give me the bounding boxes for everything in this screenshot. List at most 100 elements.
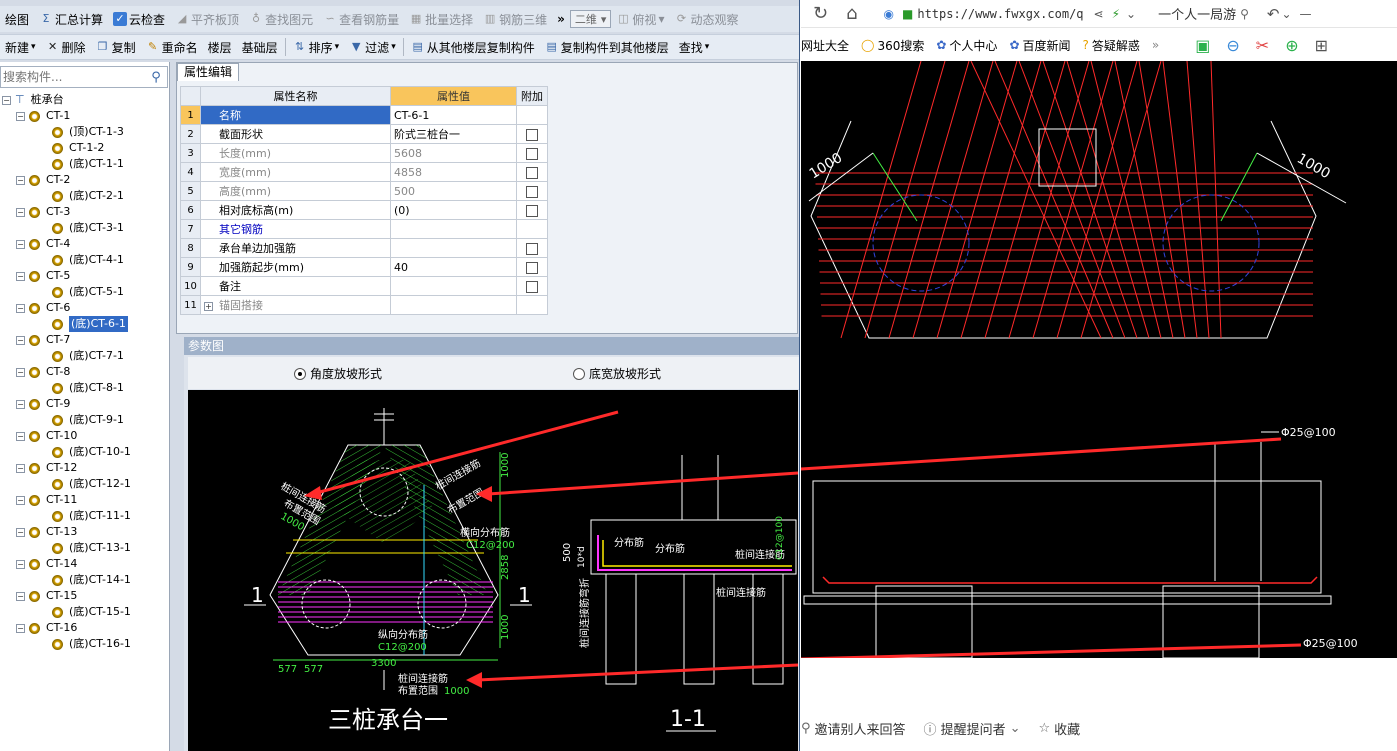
- undo-icon[interactable]: ↶: [1267, 5, 1280, 23]
- toolbar-cloud-check[interactable]: ✓ 云检查: [108, 8, 170, 30]
- tree-item[interactable]: (底)CT-11-1: [0, 508, 168, 524]
- tree-group[interactable]: − CT-10: [0, 428, 168, 444]
- bookmark-item[interactable]: ? 答疑解惑: [1077, 37, 1146, 54]
- tree-root[interactable]: − ⊤ 桩承台: [0, 92, 168, 108]
- extra-checkbox[interactable]: [526, 147, 538, 160]
- tree-item[interactable]: (底)CT-6-1: [0, 316, 168, 332]
- extra-checkbox[interactable]: [526, 242, 538, 255]
- table-row[interactable]: 7 其它钢筋: [180, 219, 548, 239]
- refresh-icon[interactable]: ↻: [813, 3, 828, 24]
- collapse-icon[interactable]: −: [16, 303, 25, 313]
- find-button[interactable]: 查找 ▾: [674, 36, 715, 58]
- property-value[interactable]: 4858: [390, 162, 517, 182]
- property-value[interactable]: [390, 219, 517, 239]
- tree-item[interactable]: (底)CT-4-1: [0, 252, 168, 268]
- tree-group[interactable]: − CT-13: [0, 524, 168, 540]
- collapse-icon[interactable]: −: [16, 367, 25, 377]
- bolt-icon[interactable]: ⚡: [1112, 7, 1120, 21]
- share-icon[interactable]: ⋖: [1094, 7, 1104, 21]
- property-value[interactable]: [390, 295, 517, 315]
- toolbar-rebar-3d[interactable]: ▥ 钢筋三维: [478, 8, 552, 30]
- tree-item[interactable]: (底)CT-7-1: [0, 348, 168, 364]
- collapse-icon[interactable]: −: [16, 559, 25, 569]
- extra-checkbox[interactable]: [526, 166, 538, 179]
- collapse-icon[interactable]: −: [16, 399, 25, 409]
- radio-width-slope[interactable]: 底宽放坡形式: [573, 365, 661, 382]
- collapse-icon[interactable]: −: [16, 591, 25, 601]
- copy-to-floor-button[interactable]: ▤ 复制构件到其他楼层: [540, 36, 674, 58]
- table-row[interactable]: 6 相对底标高(m) (0): [180, 200, 548, 220]
- tree-group[interactable]: − CT-2: [0, 172, 168, 188]
- table-row[interactable]: 3 长度(mm) 5608: [180, 143, 548, 163]
- chat-icon[interactable]: ▣: [1195, 36, 1210, 55]
- extra-checkbox[interactable]: [526, 280, 538, 293]
- toolbar-more[interactable]: »: [552, 8, 570, 30]
- tree-group[interactable]: − CT-4: [0, 236, 168, 252]
- collapse-icon[interactable]: −: [16, 175, 25, 185]
- collapse-icon[interactable]: −: [16, 431, 25, 441]
- url-text[interactable]: https://www.fwxgx.com/q: [917, 7, 1083, 21]
- property-value[interactable]: (0): [390, 200, 517, 220]
- tree-item[interactable]: (底)CT-14-1: [0, 572, 168, 588]
- home-icon[interactable]: ⌂: [846, 3, 857, 24]
- view-select[interactable]: 二维 ▾: [569, 10, 612, 28]
- collapse-icon[interactable]: −: [16, 239, 25, 249]
- tree-item[interactable]: CT-1-2: [0, 140, 168, 156]
- minus-icon[interactable]: ⊖: [1226, 36, 1239, 55]
- collapse-icon[interactable]: −: [2, 95, 11, 105]
- tree-item[interactable]: (底)CT-12-1: [0, 476, 168, 492]
- property-value[interactable]: [390, 276, 517, 296]
- tab-property-edit[interactable]: 属性编辑: [177, 63, 240, 81]
- grid-icon[interactable]: ⊞: [1315, 36, 1328, 55]
- table-row[interactable]: 10 备注: [180, 276, 548, 296]
- collapse-icon[interactable]: −: [16, 335, 25, 345]
- toolbar-sum-calc[interactable]: Σ 汇总计算: [34, 8, 108, 30]
- tree-group[interactable]: − CT-16: [0, 620, 168, 636]
- menu-icon[interactable]: —: [1300, 7, 1312, 21]
- tree-group[interactable]: − CT-14: [0, 556, 168, 572]
- tree-group[interactable]: − CT-12: [0, 460, 168, 476]
- bookmark-item[interactable]: ◯ 360搜索: [855, 37, 930, 54]
- table-row[interactable]: 2 截面形状 阶式三桩台一: [180, 124, 548, 144]
- tree-item[interactable]: (底)CT-1-1: [0, 156, 168, 172]
- collapse-icon[interactable]: −: [16, 207, 25, 217]
- collapse-icon[interactable]: −: [16, 527, 25, 537]
- toolbar-align-top[interactable]: ◢ 平齐板顶: [170, 8, 244, 30]
- chevron-down-icon[interactable]: ⌄: [1281, 7, 1291, 21]
- bookmark-item[interactable]: 网址大全: [801, 37, 855, 54]
- property-value[interactable]: 5608: [390, 143, 517, 163]
- toolbar-find-element[interactable]: ♁ 查找图元: [244, 8, 318, 30]
- table-row[interactable]: 5 高度(mm) 500: [180, 181, 548, 201]
- property-value[interactable]: [390, 238, 517, 258]
- table-row[interactable]: 9 加强筋起步(mm) 40: [180, 257, 548, 277]
- expand-icon[interactable]: +: [204, 302, 213, 311]
- tree-group[interactable]: − CT-6: [0, 300, 168, 316]
- bookmark-item[interactable]: ✿ 百度新闻: [1003, 37, 1076, 54]
- bookmark-item[interactable]: ✿ 个人中心: [930, 37, 1003, 54]
- tree-item[interactable]: (底)CT-8-1: [0, 380, 168, 396]
- toolbar-batch-select[interactable]: ▦ 批量选择: [404, 8, 478, 30]
- tree-group[interactable]: − CT-8: [0, 364, 168, 380]
- collect-button[interactable]: ☆ 收藏: [1038, 719, 1080, 738]
- chevron-down-icon[interactable]: ⌄: [1126, 7, 1136, 21]
- property-value[interactable]: 阶式三桩台一: [390, 124, 517, 144]
- rename-button[interactable]: ✎ 重命名: [141, 36, 203, 58]
- tree-item[interactable]: (底)CT-5-1: [0, 284, 168, 300]
- collapse-icon[interactable]: −: [16, 495, 25, 505]
- table-row[interactable]: 1 名称 CT-6-1: [180, 105, 548, 125]
- collapse-icon[interactable]: −: [16, 623, 25, 633]
- tree-group[interactable]: − CT-1: [0, 108, 168, 124]
- tree-item[interactable]: (底)CT-13-1: [0, 540, 168, 556]
- toolbar-dynamic-view[interactable]: ⟳ 动态观察: [669, 8, 743, 30]
- tree-group[interactable]: − CT-7: [0, 332, 168, 348]
- search-icon[interactable]: ⚲: [1240, 7, 1249, 21]
- tree-item[interactable]: (底)CT-9-1: [0, 412, 168, 428]
- table-row[interactable]: 8 承台单边加强筋: [180, 238, 548, 258]
- copy-from-floor-button[interactable]: ▤ 从其他楼层复制构件: [406, 36, 540, 58]
- extra-checkbox[interactable]: [526, 261, 538, 274]
- property-value[interactable]: CT-6-1: [390, 105, 517, 125]
- tree-group[interactable]: − CT-9: [0, 396, 168, 412]
- tree-item[interactable]: (底)CT-2-1: [0, 188, 168, 204]
- plus-icon[interactable]: ⊕: [1285, 36, 1298, 55]
- tree-item[interactable]: (底)CT-3-1: [0, 220, 168, 236]
